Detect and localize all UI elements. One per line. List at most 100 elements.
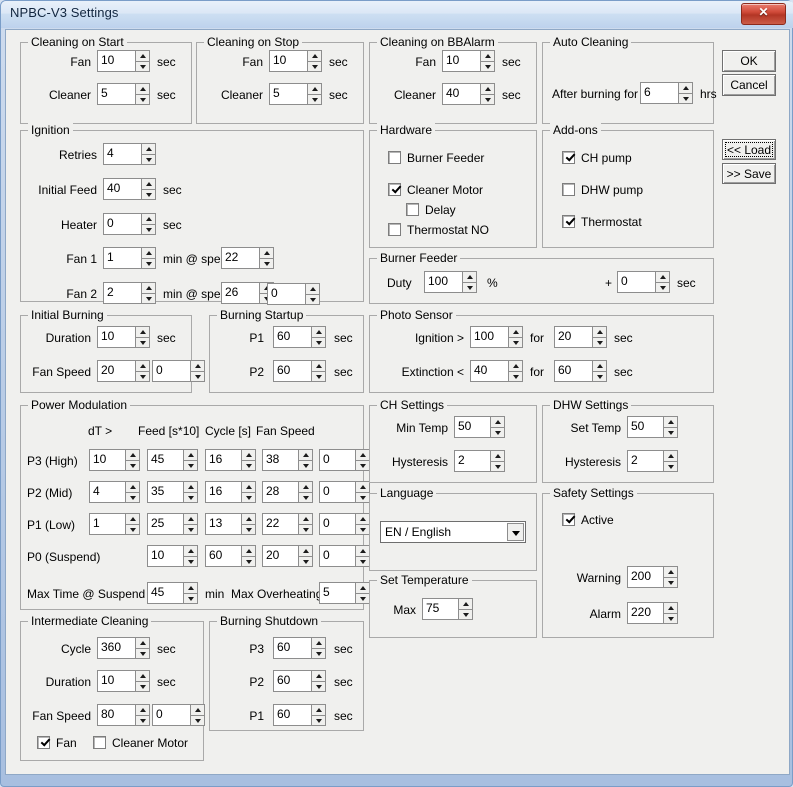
spinner-value[interactable]: 220 — [627, 602, 663, 624]
spinner-up-icon[interactable] — [183, 582, 198, 593]
spinner-up-icon[interactable] — [355, 582, 370, 593]
spinner-initial-burning-fan-speed[interactable]: 20 — [97, 360, 150, 382]
spinner-p0-feed[interactable]: 10 — [147, 545, 198, 567]
spinner-value[interactable]: 38 — [262, 449, 298, 471]
spinner-down-icon[interactable] — [125, 492, 140, 503]
spinner-ignition-fan2-min[interactable]: 2 — [103, 282, 156, 304]
spinner-safety-warning[interactable]: 200 — [627, 566, 678, 588]
spinner-dhw-hysteresis[interactable]: 2 — [627, 450, 678, 472]
spinner-down-icon[interactable] — [298, 492, 313, 503]
spinner-up-icon[interactable] — [663, 602, 678, 613]
spinner-buttons[interactable] — [125, 449, 140, 471]
spinner-down-icon[interactable] — [307, 94, 322, 105]
spinner-value[interactable]: 60 — [273, 360, 311, 382]
spinner-value[interactable]: 100 — [424, 271, 462, 293]
save-button[interactable]: >> Save — [722, 163, 776, 184]
spinner-up-icon[interactable] — [259, 247, 274, 258]
spinner-up-icon[interactable] — [355, 513, 370, 524]
spinner-down-icon[interactable] — [678, 93, 693, 104]
spinner-buttons[interactable] — [135, 704, 150, 726]
spinner-intermediate-duration[interactable]: 10 — [97, 670, 150, 692]
spinner-up-icon[interactable] — [241, 449, 256, 460]
spinner-down-icon[interactable] — [508, 371, 523, 382]
checkbox-box[interactable] — [562, 183, 575, 196]
spinner-p2-dt[interactable]: 4 — [89, 481, 140, 503]
spinner-buttons[interactable] — [311, 704, 326, 726]
spinner-buttons[interactable] — [135, 360, 150, 382]
spinner-value[interactable]: 2 — [454, 450, 490, 472]
spinner-down-icon[interactable] — [311, 371, 326, 382]
spinner-p0-cycle[interactable]: 60 — [205, 545, 256, 567]
spinner-down-icon[interactable] — [135, 681, 150, 692]
spinner-p1-dt[interactable]: 1 — [89, 513, 140, 535]
spinner-intermediate-fan-extra[interactable]: 0 — [152, 704, 205, 726]
spinner-down-icon[interactable] — [298, 556, 313, 567]
spinner-value[interactable]: 60 — [205, 545, 241, 567]
spinner-buttons[interactable] — [462, 271, 477, 293]
spinner-down-icon[interactable] — [305, 294, 320, 305]
chevron-down-icon[interactable] — [507, 523, 524, 541]
spinner-value[interactable]: 100 — [470, 326, 508, 348]
spinner-up-icon[interactable] — [655, 271, 670, 282]
spinner-down-icon[interactable] — [307, 61, 322, 72]
spinner-up-icon[interactable] — [311, 637, 326, 648]
spinner-up-icon[interactable] — [663, 566, 678, 577]
spinner-p2-feed[interactable]: 35 — [147, 481, 198, 503]
spinner-down-icon[interactable] — [241, 492, 256, 503]
spinner-buttons[interactable] — [663, 416, 678, 438]
spinner-buttons[interactable] — [663, 602, 678, 624]
spinner-up-icon[interactable] — [311, 670, 326, 681]
spinner-up-icon[interactable] — [307, 50, 322, 61]
spinner-down-icon[interactable] — [125, 524, 140, 535]
spinner-p1-feed[interactable]: 25 — [147, 513, 198, 535]
spinner-value[interactable]: 10 — [442, 50, 480, 72]
spinner-buttons[interactable] — [298, 449, 313, 471]
spinner-value[interactable]: 200 — [627, 566, 663, 588]
spinner-buttons[interactable] — [355, 449, 370, 471]
spinner-max-time-suspend[interactable]: 45 — [147, 582, 198, 604]
spinner-down-icon[interactable] — [141, 293, 156, 304]
spinner-buttons[interactable] — [241, 449, 256, 471]
spinner-up-icon[interactable] — [241, 513, 256, 524]
spinner-up-icon[interactable] — [241, 481, 256, 492]
spinner-up-icon[interactable] — [241, 545, 256, 556]
spinner-up-icon[interactable] — [298, 449, 313, 460]
spinner-value[interactable]: 2 — [627, 450, 663, 472]
spinner-value[interactable]: 0 — [617, 271, 655, 293]
spinner-buttons[interactable] — [135, 670, 150, 692]
spinner-p2-cycle[interactable]: 16 — [205, 481, 256, 503]
spinner-up-icon[interactable] — [355, 481, 370, 492]
spinner-buttons[interactable] — [678, 82, 693, 104]
spinner-down-icon[interactable] — [592, 337, 607, 348]
spinner-down-icon[interactable] — [355, 460, 370, 471]
spinner-up-icon[interactable] — [490, 450, 505, 461]
spinner-value[interactable]: 6 — [640, 82, 678, 104]
spinner-value[interactable]: 25 — [147, 513, 183, 535]
spinner-down-icon[interactable] — [135, 648, 150, 659]
spinner-value[interactable]: 75 — [422, 598, 458, 620]
spinner-down-icon[interactable] — [183, 460, 198, 471]
spinner-value[interactable]: 60 — [273, 326, 311, 348]
spinner-up-icon[interactable] — [125, 513, 140, 524]
spinner-value[interactable]: 0 — [267, 283, 305, 305]
spinner-down-icon[interactable] — [135, 371, 150, 382]
spinner-up-icon[interactable] — [678, 82, 693, 93]
spinner-value[interactable]: 16 — [205, 449, 241, 471]
spinner-up-icon[interactable] — [141, 213, 156, 224]
spinner-buttons[interactable] — [183, 481, 198, 503]
spinner-value[interactable]: 50 — [627, 416, 663, 438]
spinner-buttons[interactable] — [190, 704, 205, 726]
spinner-value[interactable]: 10 — [269, 50, 307, 72]
spinner-up-icon[interactable] — [311, 360, 326, 371]
spinner-value[interactable]: 5 — [269, 83, 307, 105]
spinner-buttons[interactable] — [141, 143, 156, 165]
spinner-value[interactable]: 10 — [97, 50, 135, 72]
spinner-p1-fan[interactable]: 22 — [262, 513, 313, 535]
spinner-down-icon[interactable] — [592, 371, 607, 382]
spinner-down-icon[interactable] — [663, 613, 678, 624]
spinner-up-icon[interactable] — [135, 704, 150, 715]
spinner-down-icon[interactable] — [135, 337, 150, 348]
spinner-up-icon[interactable] — [135, 360, 150, 371]
spinner-value[interactable]: 40 — [442, 83, 480, 105]
spinner-up-icon[interactable] — [135, 83, 150, 94]
